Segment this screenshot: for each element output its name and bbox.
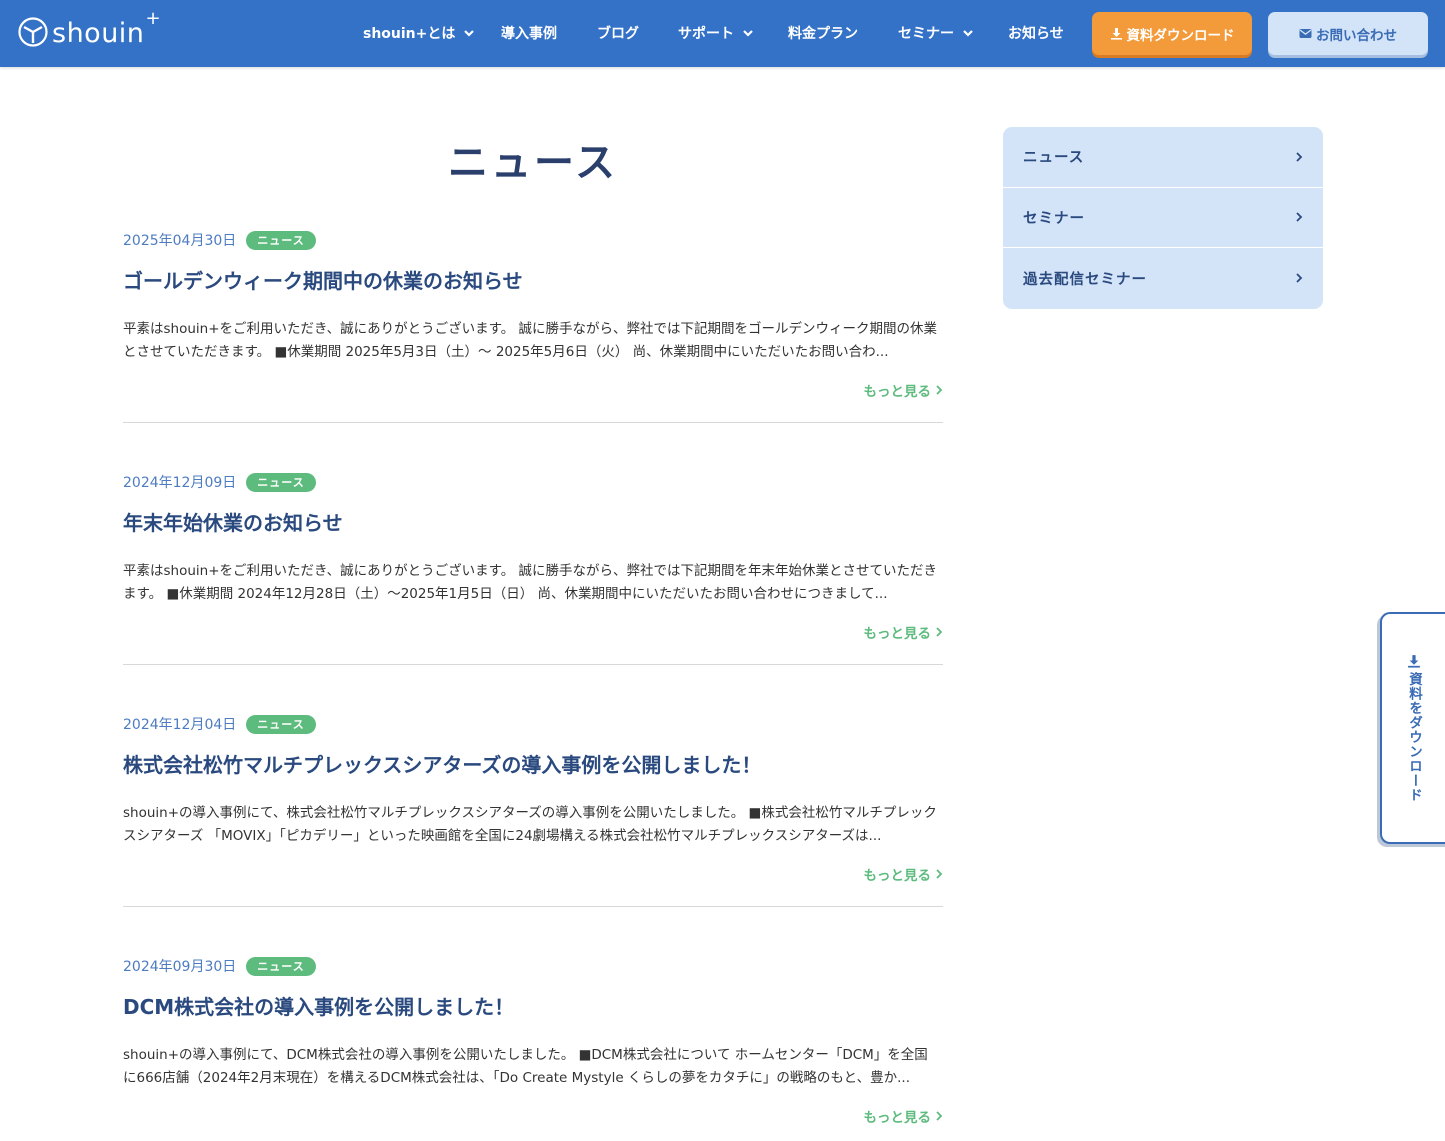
article-excerpt: shouin+の導入事例にて、株式会社松竹マルチプレックスシアターズの導入事例を… (123, 805, 937, 844)
read-more-label: もっと見る (863, 384, 932, 400)
download-icon (1408, 655, 1420, 668)
article-date: 2024年09月30日 (123, 959, 237, 975)
floating-download-label: 資料をダウンロード (1406, 672, 1422, 803)
download-materials-button[interactable]: 資料ダウンロード (1092, 12, 1252, 55)
news-article: 2024年12月09日 ニュース 年末年始休業のお知らせ 平素はshouin+を… (123, 472, 943, 665)
read-more-label: もっと見る (863, 626, 932, 642)
article-date: 2024年12月04日 (123, 717, 237, 733)
sidebar-item-label: 過去配信セミナー (1023, 271, 1147, 288)
article-date: 2024年12月09日 (123, 475, 237, 491)
logo-wordmark: shouin+ (52, 7, 162, 49)
read-more-label: もっと見る (863, 1110, 932, 1126)
nav-about-label: shouin+とは (363, 26, 456, 42)
site-logo[interactable]: shouin+ (18, 7, 162, 49)
chevron-right-icon (1296, 212, 1303, 223)
nav-notices-label: お知らせ (1008, 26, 1064, 42)
article-meta: 2024年12月04日 ニュース (123, 714, 943, 734)
chevron-right-icon (1296, 273, 1303, 284)
nav-pricing[interactable]: 料金プラン (788, 22, 858, 44)
chevron-down-icon (743, 30, 753, 37)
article-title[interactable]: 年末年始休業のお知らせ (123, 510, 943, 536)
article-title[interactable]: ゴールデンウィーク期間中の休業のお知らせ (123, 268, 943, 294)
article-excerpt: 平素はshouin+をご利用いただき、誠にありがとうございます。 誠に勝手ながら… (123, 563, 938, 602)
hanger-circle-icon (18, 17, 48, 47)
nav-about[interactable]: shouin+とは (363, 22, 475, 44)
news-article: 2025年04月30日 ニュース ゴールデンウィーク期間中の休業のお知らせ 平素… (123, 230, 943, 423)
chevron-right-icon (1296, 152, 1303, 162)
category-badge[interactable]: ニュース (246, 956, 316, 976)
nav-case-studies-label: 導入事例 (501, 26, 557, 42)
sidebar-item-seminar[interactable]: セミナー (1003, 188, 1323, 249)
sidebar-item-label: セミナー (1023, 210, 1085, 227)
sidebar-item-past-seminars[interactable]: 過去配信セミナー (1003, 248, 1323, 309)
read-more-link[interactable]: もっと見る (864, 380, 944, 400)
nav-support[interactable]: サポート (678, 22, 754, 44)
article-meta: 2025年04月30日 ニュース (123, 230, 943, 250)
sidebar-item-label: ニュース (1023, 150, 1085, 167)
read-more-link[interactable]: もっと見る (864, 864, 944, 884)
category-badge[interactable]: ニュース (246, 714, 316, 734)
nav-support-label: サポート (678, 26, 734, 42)
article-date: 2025年04月30日 (123, 233, 237, 249)
chevron-right-icon (936, 385, 943, 395)
category-sidebar: ニュース セミナー 過去配信セミナー (1003, 127, 1323, 309)
download-materials-label: 資料ダウンロード (1126, 27, 1235, 44)
article-meta: 2024年12月09日 ニュース (123, 472, 943, 492)
article-meta: 2024年09月30日 ニュース (123, 956, 943, 976)
page-title: ニュース (448, 140, 618, 186)
read-more-link[interactable]: もっと見る (864, 1106, 944, 1126)
nav-blog[interactable]: ブログ (597, 22, 639, 44)
nav-seminar-label: セミナー (898, 26, 954, 42)
article-divider (123, 422, 943, 423)
read-more-label: もっと見る (863, 868, 932, 884)
news-article: 2024年09月30日 ニュース DCM株式会社の導入事例を公開しました！ sh… (123, 956, 943, 1126)
nav-case-studies[interactable]: 導入事例 (501, 22, 557, 44)
download-icon (1110, 28, 1122, 40)
chevron-down-icon (963, 30, 973, 37)
chevron-right-icon (936, 627, 943, 637)
article-title[interactable]: 株式会社松竹マルチプレックスシアターズの導入事例を公開しました！ (123, 752, 943, 778)
site-header: shouin+ shouin+とは 導入事例 ブログ サポート 料金プラン セミ… (0, 0, 1445, 67)
news-article: 2024年12月04日 ニュース 株式会社松竹マルチプレックスシアターズの導入事… (123, 714, 943, 907)
contact-button[interactable]: お問い合わせ (1268, 12, 1428, 55)
article-excerpt: 平素はshouin+をご利用いただき、誠にありがとうございます。 誠に勝手ながら… (123, 321, 938, 360)
envelope-icon (1299, 29, 1312, 38)
category-badge[interactable]: ニュース (246, 230, 316, 250)
sidebar-item-news[interactable]: ニュース (1003, 127, 1323, 188)
nav-blog-label: ブログ (597, 26, 639, 42)
category-badge[interactable]: ニュース (246, 472, 316, 492)
chevron-right-icon (936, 869, 943, 879)
article-divider (123, 906, 943, 907)
nav-notices[interactable]: お知らせ (1008, 22, 1064, 44)
chevron-down-icon (464, 30, 475, 37)
nav-seminar[interactable]: セミナー (898, 22, 974, 44)
nav-pricing-label: 料金プラン (788, 26, 858, 42)
article-title[interactable]: DCM株式会社の導入事例を公開しました！ (123, 994, 943, 1020)
read-more-link[interactable]: もっと見る (864, 622, 944, 642)
contact-label: お問い合わせ (1316, 27, 1397, 44)
chevron-right-icon (936, 1111, 943, 1121)
article-divider (123, 664, 943, 665)
article-excerpt: shouin+の導入事例にて、DCM株式会社の導入事例を公開いたしました。 ■D… (123, 1047, 928, 1086)
floating-download-tab[interactable]: 資料をダウンロード (1380, 612, 1445, 844)
